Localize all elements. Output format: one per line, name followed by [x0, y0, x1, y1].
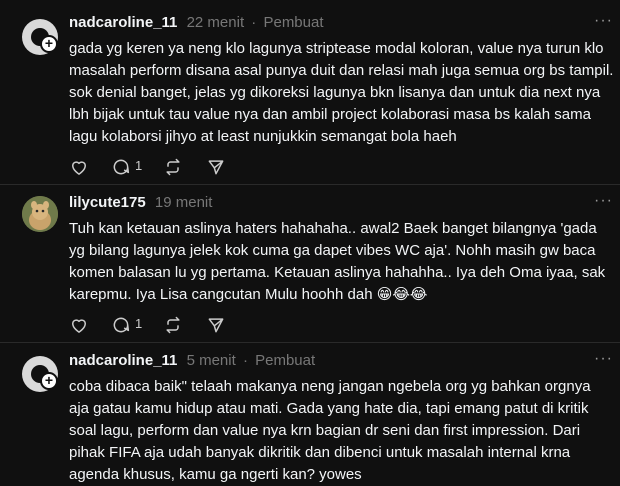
author-badge: Pembuat: [263, 14, 324, 31]
more-options-icon[interactable]: ···: [594, 192, 613, 210]
send-icon[interactable]: [206, 315, 226, 335]
repost-icon[interactable]: [163, 157, 183, 177]
more-options-icon[interactable]: ···: [594, 350, 613, 368]
reply-count: 1: [135, 158, 143, 173]
author-badge: Pembuat: [255, 352, 316, 369]
comment-icon[interactable]: [111, 315, 131, 335]
comment-text: coba dibaca baik" telaah makanya neng ja…: [69, 378, 591, 483]
timestamp[interactable]: 19 menit: [155, 194, 213, 211]
comment-header: lilycute175 19 menit: [69, 194, 212, 211]
comment-text: gada yg keren ya neng klo lagunya stript…: [69, 40, 614, 145]
divider: [0, 342, 620, 343]
separator: ·: [242, 352, 248, 369]
timestamp[interactable]: 5 menit: [187, 352, 236, 369]
username[interactable]: lilycute175: [69, 194, 146, 211]
follow-plus-icon[interactable]: +: [40, 35, 58, 53]
username[interactable]: nadcaroline_11: [69, 14, 177, 31]
repost-icon[interactable]: [163, 315, 183, 335]
comment-header: nadcaroline_11 22 menit · Pembuat: [69, 14, 324, 31]
more-options-icon[interactable]: ···: [594, 12, 613, 30]
reply-count: 1: [135, 316, 143, 331]
username[interactable]: nadcaroline_11: [69, 352, 177, 369]
separator: ·: [251, 14, 257, 31]
heart-icon[interactable]: [69, 315, 89, 335]
follow-plus-icon[interactable]: +: [40, 372, 58, 390]
divider: [0, 184, 620, 185]
avatar[interactable]: [22, 196, 58, 232]
comment-header: nadcaroline_11 5 menit · Pembuat: [69, 352, 315, 369]
timestamp[interactable]: 22 menit: [187, 14, 245, 31]
send-icon[interactable]: [206, 157, 226, 177]
comment-icon[interactable]: [111, 157, 131, 177]
comment-text: Tuh kan ketauan aslinya haters hahahaha.…: [69, 220, 606, 303]
heart-icon[interactable]: [69, 157, 89, 177]
